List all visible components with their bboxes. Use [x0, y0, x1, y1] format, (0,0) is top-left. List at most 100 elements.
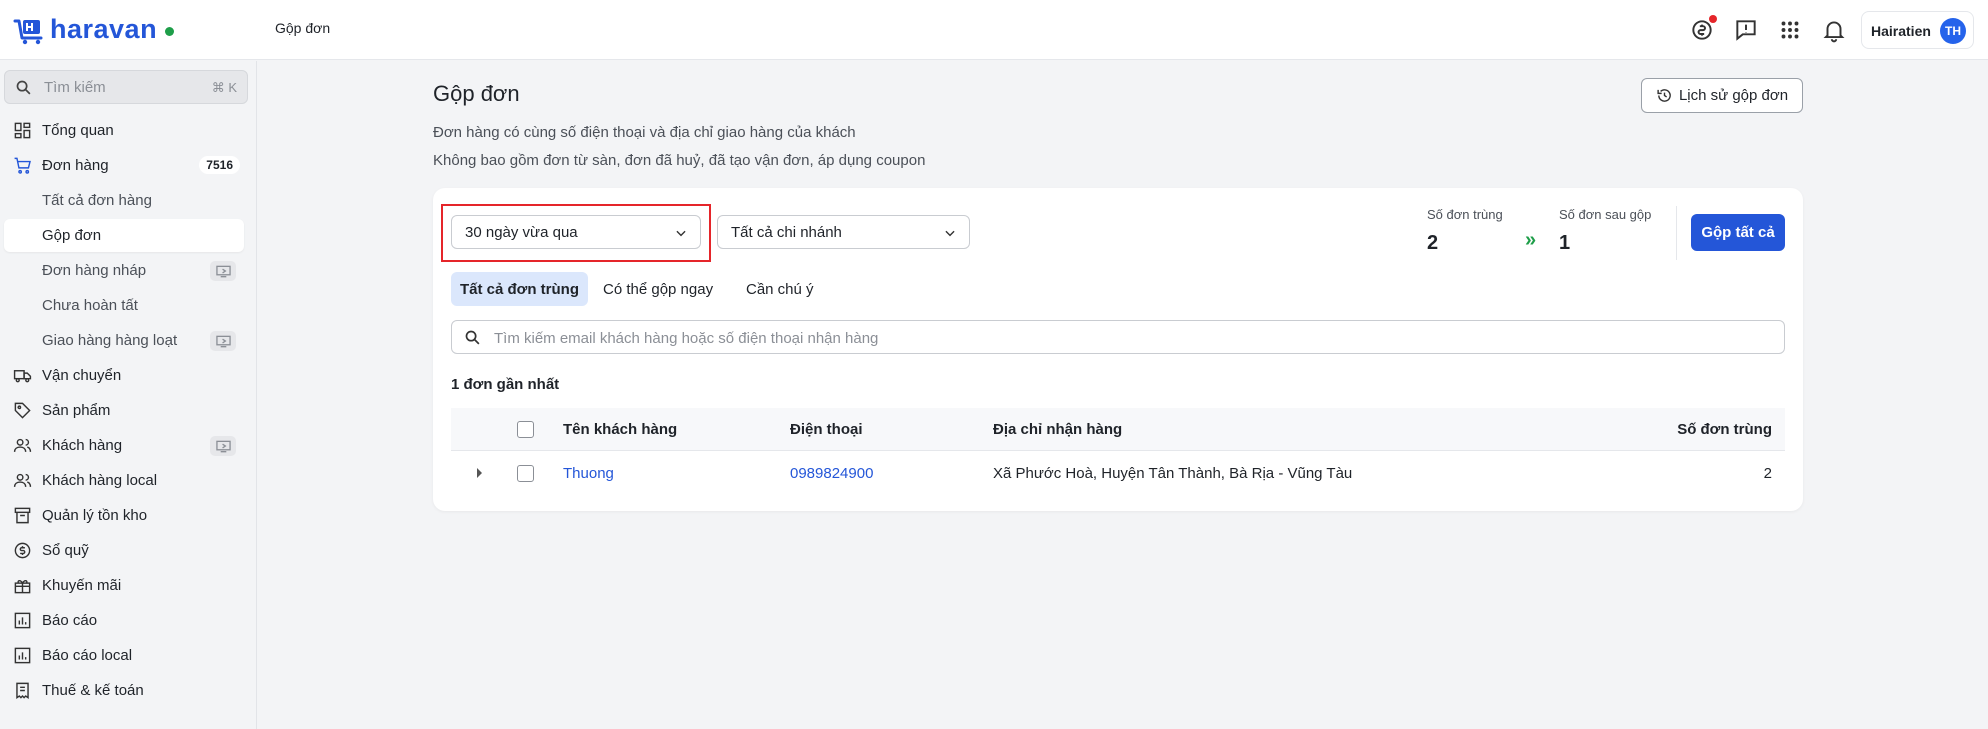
- phone-link[interactable]: 0989824900: [790, 465, 873, 482]
- search-icon: [465, 330, 480, 345]
- sidebar-item-label: Giao hàng hàng loạt: [42, 332, 178, 349]
- users-icon: [13, 436, 32, 455]
- sidebar: Tìm kiếm ⌘ K Tổng quan Đơn hàng 7516 Tất…: [0, 61, 257, 729]
- feedback-icon[interactable]: [1733, 17, 1759, 43]
- column-address: Địa chỉ nhận hàng: [993, 421, 1123, 438]
- sidebar-item-label: Khách hàng: [42, 437, 123, 454]
- sidebar-item-overview[interactable]: Tổng quan: [4, 114, 244, 147]
- sidebar-item-all-orders[interactable]: Tất cả đơn hàng: [4, 184, 244, 217]
- sidebar-item-promotions[interactable]: Khuyến mãi: [4, 569, 244, 602]
- sidebar-item-incomplete[interactable]: Chưa hoàn tất: [4, 289, 244, 322]
- sidebar-item-merge-orders[interactable]: Gộp đơn: [4, 219, 244, 252]
- orders-count-badge: 7516: [199, 156, 240, 174]
- sidebar-item-local-reports[interactable]: Báo cáo local: [4, 639, 244, 672]
- duplicate-orders-value: 2: [1427, 232, 1439, 254]
- sidebar-item-orders[interactable]: Đơn hàng 7516: [4, 149, 244, 182]
- merge-history-label: Lịch sử gộp đơn: [1678, 87, 1789, 104]
- duplicate-orders-label: Số đơn trùng: [1427, 207, 1503, 222]
- haravan-logo-icon: [13, 19, 43, 45]
- status-dot: [165, 26, 175, 36]
- external-screen-icon: [210, 436, 236, 456]
- users-icon: [13, 471, 32, 490]
- dashboard-icon: [13, 121, 32, 140]
- column-duplicate-count: Số đơn trùng: [1677, 421, 1772, 438]
- sidebar-item-label: Sản phẩm: [42, 402, 111, 419]
- sidebar-item-label: Chưa hoàn tất: [42, 297, 138, 314]
- highlight-box: [441, 204, 711, 262]
- archive-icon: [13, 506, 32, 525]
- sidebar-item-customers[interactable]: Khách hàng: [4, 429, 244, 462]
- chevron-down-icon: [945, 230, 955, 237]
- double-arrow-icon: »: [1525, 229, 1537, 251]
- history-icon: [1657, 89, 1671, 102]
- avatar: TH: [1940, 18, 1966, 44]
- sidebar-item-label: Đơn hàng: [42, 157, 109, 174]
- sidebar-item-label: Báo cáo: [42, 612, 98, 629]
- receipt-icon: [13, 681, 32, 700]
- branch-select[interactable]: Tất cả chi nhánh: [717, 215, 970, 249]
- sidebar-item-label: Đơn hàng nháp: [42, 262, 147, 279]
- sidebar-item-label: Báo cáo local: [42, 647, 133, 664]
- sidebar-item-label: Khuyến mãi: [42, 577, 122, 594]
- sidebar-item-draft-orders[interactable]: Đơn hàng nháp: [4, 254, 244, 287]
- table-search-placeholder: Tìm kiếm email khách hàng hoặc số điện t…: [494, 330, 879, 347]
- merge-all-button[interactable]: Gộp tất cả: [1691, 214, 1785, 251]
- sidebar-search[interactable]: Tìm kiếm ⌘ K: [4, 70, 248, 104]
- sidebar-item-cashbook[interactable]: Sổ quỹ: [4, 534, 244, 567]
- page-title: Gộp đơn: [433, 81, 520, 106]
- tab-needs-attention[interactable]: Cần chú ý: [737, 272, 823, 306]
- top-bar: haravan Gộp đơn Hairatien TH: [0, 0, 1988, 60]
- dollar-icon: [13, 541, 32, 560]
- notifications-update-icon[interactable]: [1689, 15, 1717, 43]
- gift-icon: [13, 576, 32, 595]
- divider: [1676, 206, 1677, 260]
- search-icon: [16, 80, 31, 95]
- sidebar-item-bulk-shipping[interactable]: Giao hàng hàng loạt: [4, 324, 244, 357]
- customer-link[interactable]: Thuong: [563, 465, 614, 482]
- sidebar-item-label: Quản lý tồn kho: [42, 507, 148, 524]
- haravan-logo[interactable]: haravan: [12, 12, 175, 46]
- address-cell: Xã Phước Hoà, Huyện Tân Thành, Bà Rịa - …: [993, 465, 1353, 482]
- sidebar-item-local-customers[interactable]: Khách hàng local: [4, 464, 244, 497]
- sidebar-item-reports[interactable]: Báo cáo: [4, 604, 244, 637]
- column-customer: Tên khách hàng: [563, 421, 678, 438]
- user-name: Hairatien: [1871, 23, 1931, 39]
- orders-count-label: 1 đơn gần nhất: [451, 376, 560, 393]
- sidebar-item-label: Tất cả đơn hàng: [42, 192, 152, 209]
- branch-value: Tất cả chi nhánh: [731, 224, 842, 241]
- user-menu[interactable]: Hairatien TH: [1861, 11, 1974, 49]
- page-description-1: Đơn hàng có cùng số điện thoại và địa ch…: [433, 124, 856, 141]
- sidebar-item-label: Vận chuyển: [42, 367, 122, 384]
- external-screen-icon: [210, 261, 236, 281]
- sidebar-item-label: Tổng quan: [42, 122, 114, 139]
- table-header: Tên khách hàng Điện thoại Địa chỉ nhận h…: [451, 408, 1785, 451]
- sidebar-item-label: Thuế & kế toán: [42, 682, 144, 699]
- tag-icon: [13, 401, 32, 420]
- sidebar-item-products[interactable]: Sản phẩm: [4, 394, 244, 427]
- bell-icon[interactable]: [1821, 17, 1847, 43]
- sidebar-item-label: Gộp đơn: [42, 227, 102, 244]
- duplicate-count-cell: 2: [1763, 465, 1772, 482]
- chart-icon: [13, 611, 32, 630]
- sidebar-item-label: Khách hàng local: [42, 472, 158, 489]
- merge-history-button[interactable]: Lịch sử gộp đơn: [1641, 78, 1803, 113]
- sidebar-item-tax-accounting[interactable]: Thuế & kế toán: [4, 674, 244, 707]
- apps-grid-icon[interactable]: [1777, 17, 1803, 43]
- tab-all-duplicates[interactable]: Tất cả đơn trùng: [451, 272, 588, 306]
- row-checkbox[interactable]: [517, 465, 534, 482]
- page-description-2: Không bao gồm đơn từ sàn, đơn đã huỷ, đã…: [433, 152, 926, 169]
- expand-row-icon[interactable]: [477, 468, 482, 478]
- sidebar-item-shipping[interactable]: Vận chuyển: [4, 359, 244, 392]
- external-screen-icon: [210, 331, 236, 351]
- search-placeholder: Tìm kiếm: [44, 79, 106, 96]
- logo-text: haravan: [50, 13, 158, 44]
- truck-icon: [13, 366, 32, 385]
- select-all-checkbox[interactable]: [517, 421, 534, 438]
- tab-can-merge-now[interactable]: Có thể gộp ngay: [594, 272, 722, 306]
- table-search-input[interactable]: Tìm kiếm email khách hàng hoặc số điện t…: [451, 320, 1785, 354]
- column-phone: Điện thoại: [790, 421, 863, 438]
- table-row: Thuong 0989824900 Xã Phước Hoà, Huyện Tâ…: [451, 452, 1785, 496]
- after-merge-label: Số đơn sau gộp: [1559, 207, 1652, 222]
- sidebar-item-inventory[interactable]: Quản lý tồn kho: [4, 499, 244, 532]
- sidebar-item-label: Sổ quỹ: [42, 542, 89, 559]
